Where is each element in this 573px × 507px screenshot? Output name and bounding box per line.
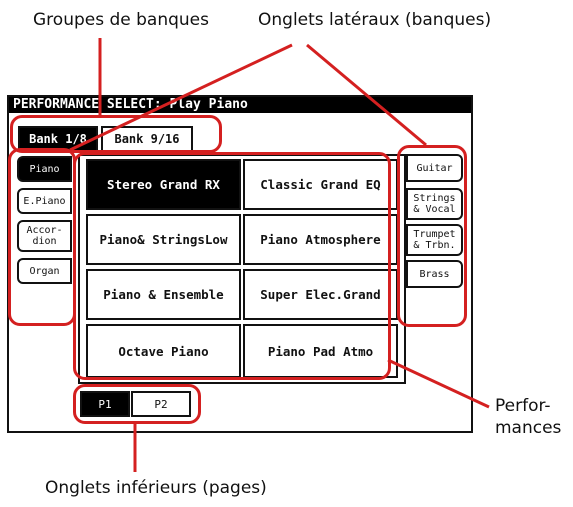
- side-tab-trumpet-trbn[interactable]: Trumpet & Trbn.: [406, 224, 463, 256]
- side-tab-label-line2: dion: [32, 236, 57, 247]
- callout-performances-line2: mances: [495, 418, 562, 438]
- side-tab-brass[interactable]: Brass: [406, 260, 463, 288]
- performance-select-screen: PERFORMANCE SELECT: Play Piano Bank 1/8 …: [7, 95, 473, 433]
- side-tab-label: Guitar: [416, 162, 453, 174]
- side-tab-e-piano[interactable]: E.Piano: [17, 188, 72, 214]
- page-tab-p2[interactable]: P2: [131, 391, 191, 417]
- screen-title: PERFORMANCE SELECT: Play Piano: [9, 97, 471, 113]
- side-tab-label-line2: & Vocal: [413, 204, 456, 215]
- callout-side-tabs: Onglets latéraux (banques): [258, 10, 492, 30]
- performance-button[interactable]: Stereo Grand RX: [86, 159, 241, 210]
- callout-performances-line1: Perfor-: [495, 396, 551, 416]
- performance-button[interactable]: Octave Piano: [86, 324, 241, 378]
- side-tab-accordion[interactable]: Accor- dion: [17, 220, 72, 252]
- performance-button[interactable]: Piano & Ensemble: [86, 269, 241, 320]
- callout-bank-groups: Groupes de banques: [33, 10, 209, 30]
- side-tab-organ[interactable]: Organ: [17, 258, 72, 284]
- side-tab-label-line1: Accor-: [26, 225, 63, 236]
- performance-grid: Stereo Grand RX Classic Grand EQ Piano& …: [78, 154, 406, 384]
- side-tab-label-line2: & Trbn.: [413, 240, 456, 251]
- side-tab-label-line1: Trumpet: [413, 229, 456, 240]
- side-tab-label-line1: Strings: [413, 193, 456, 204]
- performance-button[interactable]: Super Elec.Grand: [243, 269, 398, 320]
- performance-button[interactable]: Classic Grand EQ: [243, 159, 398, 210]
- side-tab-strings-vocal[interactable]: Strings & Vocal: [406, 188, 463, 220]
- side-tab-label: Organ: [29, 265, 60, 277]
- side-tab-label: E.Piano: [23, 195, 66, 207]
- side-tab-guitar[interactable]: Guitar: [406, 154, 463, 182]
- performance-button[interactable]: Piano Pad Atmo: [243, 324, 398, 378]
- side-tab-label: Brass: [419, 268, 450, 280]
- bank-tab-9-16[interactable]: Bank 9/16: [101, 126, 193, 152]
- side-tab-label: Piano: [29, 163, 60, 175]
- bank-tab-1-8[interactable]: Bank 1/8: [18, 126, 98, 152]
- page-tab-p1[interactable]: P1: [80, 391, 130, 417]
- callout-bottom-tabs: Onglets inférieurs (pages): [45, 478, 267, 498]
- performance-button[interactable]: Piano Atmosphere: [243, 214, 398, 265]
- side-tab-piano[interactable]: Piano: [17, 156, 72, 182]
- performance-button[interactable]: Piano& StringsLow: [86, 214, 241, 265]
